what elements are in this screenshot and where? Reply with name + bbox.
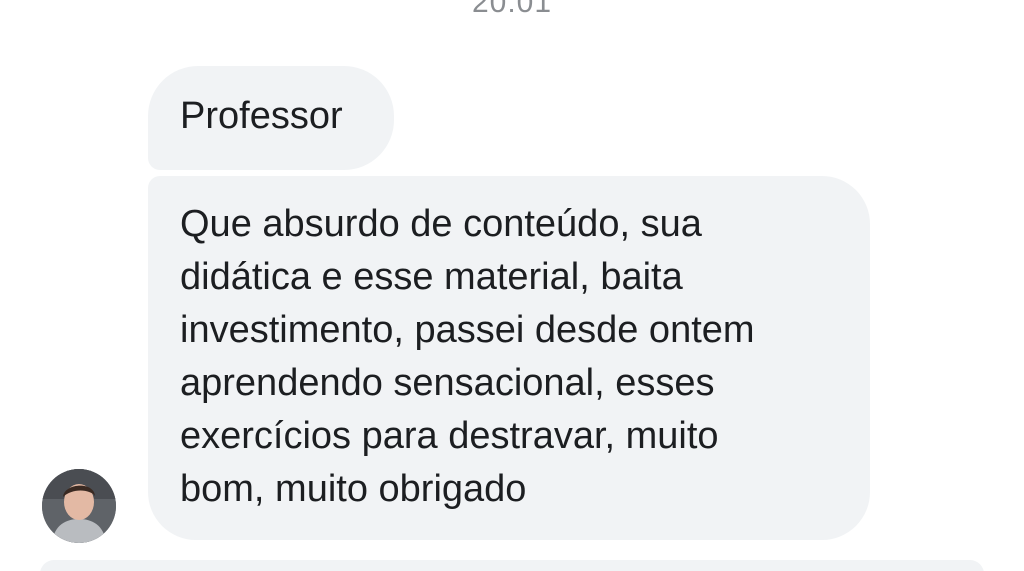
message-input-area[interactable]	[40, 560, 984, 571]
message-bubble[interactable]: Professor	[148, 66, 394, 170]
message-text: Professor	[180, 95, 343, 137]
message-timestamp: 20:01	[471, 0, 553, 19]
user-avatar-icon	[42, 469, 116, 543]
chat-screen: 20:01 Professor Que absurdo de conteúdo,…	[0, 0, 1024, 571]
avatar[interactable]	[42, 469, 116, 543]
message-text: Que absurdo de conteúdo, sua didática e …	[180, 203, 755, 510]
message-bubble[interactable]: Que absurdo de conteúdo, sua didática e …	[148, 176, 870, 540]
